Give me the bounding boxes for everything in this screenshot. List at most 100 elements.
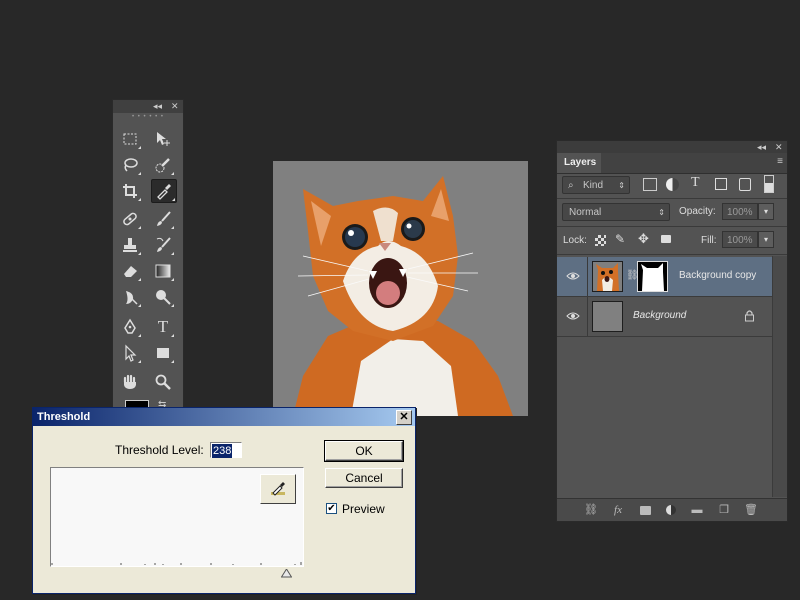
divider xyxy=(557,254,787,255)
chevron-updown-icon: ⇕ xyxy=(618,181,625,190)
lasso-tool[interactable] xyxy=(118,154,142,176)
filter-pixel-icon[interactable] xyxy=(643,178,657,191)
lasso-icon xyxy=(124,158,138,172)
layer-name[interactable]: Background copy xyxy=(679,270,756,281)
brush-tool[interactable] xyxy=(151,208,175,230)
collapse-icon[interactable]: ◂◂ xyxy=(757,141,766,153)
divider xyxy=(557,226,787,227)
dodge-tool[interactable] xyxy=(151,286,175,308)
filter-adjustment-icon[interactable] xyxy=(666,178,679,191)
filter-smart-object-icon[interactable] xyxy=(739,178,751,191)
fx-icon[interactable]: fx xyxy=(611,503,625,517)
opacity-field[interactable]: 100% xyxy=(722,203,758,220)
new-group-icon[interactable]: ▬ xyxy=(690,503,704,517)
rectangle-icon xyxy=(157,348,169,358)
panel-grip[interactable]: • • • • • • xyxy=(113,113,183,121)
threshold-level-input[interactable]: 238 xyxy=(210,442,242,458)
layer-mask-thumbnail[interactable] xyxy=(637,261,668,292)
eyedropper-tool[interactable] xyxy=(151,179,177,203)
opacity-dropdown-icon[interactable]: ▾ xyxy=(758,203,774,220)
lock-icon xyxy=(745,310,754,322)
filter-toggle-icon[interactable] xyxy=(764,175,774,193)
zoom-icon xyxy=(155,374,171,390)
threshold-dialog: Threshold ✕ Threshold Level: 238 OK Canc… xyxy=(32,407,416,594)
brush-icon xyxy=(157,211,171,226)
close-icon: ✕ xyxy=(399,411,409,423)
filter-type-icon[interactable]: T xyxy=(691,175,700,191)
history-brush-tool[interactable] xyxy=(151,234,175,256)
sample-eyedropper-button[interactable] xyxy=(260,474,296,504)
close-icon[interactable]: ✕ xyxy=(775,141,783,153)
lock-transparent-icon[interactable] xyxy=(595,235,606,246)
eyedropper-icon xyxy=(157,184,171,200)
pen-tool[interactable] xyxy=(118,316,142,338)
new-layer-icon[interactable]: ❐ xyxy=(717,503,731,517)
gradient-icon xyxy=(155,264,171,278)
lock-all-icon[interactable] xyxy=(661,235,671,243)
ok-button[interactable]: OK xyxy=(324,440,404,462)
document-canvas[interactable] xyxy=(273,161,528,416)
eye-icon[interactable] xyxy=(566,269,580,283)
clone-stamp-tool[interactable] xyxy=(118,234,142,256)
close-icon[interactable]: ✕ xyxy=(171,100,179,113)
blend-mode-dropdown[interactable]: Normal ⇕ xyxy=(562,203,670,221)
zoom-tool[interactable] xyxy=(151,371,175,393)
type-tool[interactable]: T xyxy=(151,316,175,338)
tools-panel-titlebar[interactable]: ◂◂ ✕ xyxy=(113,100,183,113)
layers-panel: ◂◂ ✕ Layers ≡ ⌕ Kind ⇕ T Normal ⇕ Opacit… xyxy=(556,140,788,522)
panel-menu-icon[interactable]: ≡ xyxy=(777,156,783,167)
adjustment-layer-icon[interactable] xyxy=(664,503,678,517)
threshold-slider-handle[interactable] xyxy=(280,569,292,578)
layer-thumbnail[interactable] xyxy=(592,301,623,332)
layer-name[interactable]: Background xyxy=(633,310,686,321)
hand-tool[interactable] xyxy=(118,371,142,393)
spot-healing-tool[interactable] xyxy=(118,208,142,230)
hand-icon xyxy=(123,374,136,389)
quick-selection-tool[interactable] xyxy=(151,154,175,176)
threshold-level-label: Threshold Level: xyxy=(115,443,204,457)
rectangle-tool[interactable] xyxy=(151,342,175,364)
search-icon: ⌕ xyxy=(568,180,574,191)
collapse-icon[interactable]: ◂◂ xyxy=(153,100,162,113)
layers-scrollbar[interactable] xyxy=(772,256,787,497)
eraser-icon xyxy=(124,266,137,277)
lock-image-icon[interactable]: ✎ xyxy=(615,232,625,246)
add-mask-icon[interactable] xyxy=(638,503,652,517)
preview-checkbox[interactable]: ✔ xyxy=(326,503,337,514)
rectangular-marquee-tool[interactable] xyxy=(118,128,142,150)
dialog-titlebar[interactable]: Threshold ✕ xyxy=(33,408,415,426)
move-icon xyxy=(157,132,170,146)
layer-thumbnail[interactable] xyxy=(592,261,623,292)
tools-panel: ◂◂ ✕ • • • • • • T ⇆ xyxy=(112,99,184,421)
divider xyxy=(587,297,588,336)
preview-label: Preview xyxy=(342,502,385,516)
close-button[interactable]: ✕ xyxy=(396,410,412,425)
link-layers-icon[interactable]: ⛓ xyxy=(584,503,598,517)
filter-kind-dropdown[interactable]: ⌕ Kind ⇕ xyxy=(562,176,630,194)
path-selection-tool[interactable] xyxy=(118,342,142,364)
type-icon: T xyxy=(157,317,169,336)
pen-icon xyxy=(124,318,136,334)
divider xyxy=(587,257,588,296)
crop-tool[interactable] xyxy=(118,180,142,202)
fill-field[interactable]: 100% xyxy=(722,231,758,248)
fill-dropdown-icon[interactable]: ▾ xyxy=(758,231,774,248)
bandage-icon xyxy=(123,212,137,226)
arrow-icon xyxy=(125,344,137,362)
cancel-button[interactable]: Cancel xyxy=(325,468,403,488)
filter-shape-icon[interactable] xyxy=(715,178,727,190)
layer-row-background-copy[interactable]: ⛓ Background copy xyxy=(557,257,772,297)
eye-icon[interactable] xyxy=(566,309,580,323)
eraser-tool[interactable] xyxy=(118,260,142,282)
lock-position-icon[interactable]: ✥ xyxy=(638,231,649,247)
layers-bottom-toolbar: ⛓ fx ▬ ❐ 🗑 xyxy=(557,498,787,521)
blur-tool[interactable] xyxy=(118,286,142,308)
move-tool[interactable] xyxy=(151,128,175,150)
gradient-tool[interactable] xyxy=(151,260,175,282)
layers-panel-titlebar[interactable]: ◂◂ ✕ xyxy=(557,141,787,153)
chevron-updown-icon: ⇕ xyxy=(658,208,665,217)
blend-mode-value: Normal xyxy=(569,207,602,218)
tab-layers[interactable]: Layers xyxy=(557,153,601,173)
trash-icon[interactable]: 🗑 xyxy=(744,503,758,517)
layer-row-background[interactable]: Background xyxy=(557,297,772,337)
